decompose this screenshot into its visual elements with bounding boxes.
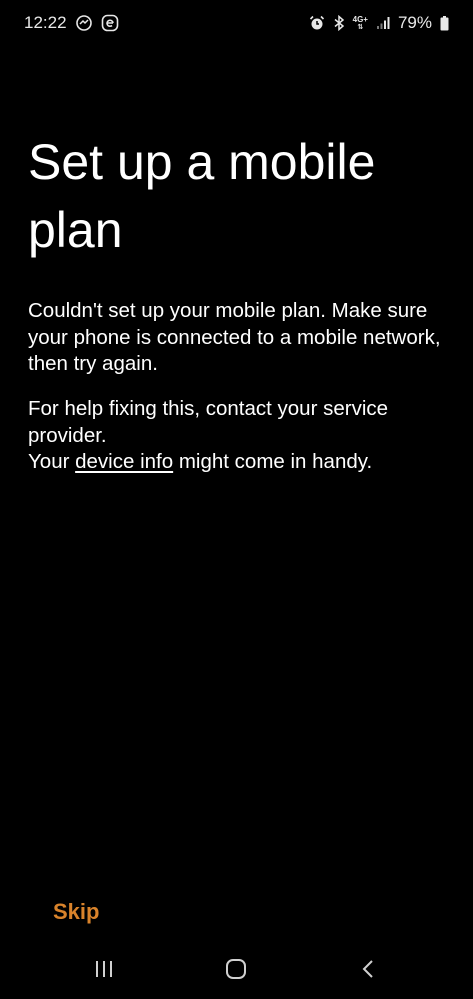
status-right: 4G+ ⇅ 79% [309, 13, 449, 33]
battery-icon [440, 15, 449, 31]
bluetooth-icon [333, 15, 345, 31]
e-app-icon [101, 14, 119, 32]
status-time: 12:22 [24, 13, 67, 32]
home-button[interactable] [216, 958, 256, 984]
status-bar: 12:22 4G+ ⇅ 79% [0, 0, 473, 46]
alarm-icon [309, 15, 325, 31]
navigation-bar [0, 946, 473, 999]
home-icon [225, 958, 247, 985]
network-label: 4G+ [352, 14, 368, 24]
status-left: 12:22 [24, 13, 119, 33]
recents-icon [93, 960, 115, 983]
network-4g-icon: 4G+ ⇅ [352, 14, 368, 31]
page-title: Set up a mobile plan [28, 134, 376, 258]
help-prefix: Your [28, 450, 70, 473]
error-message: Couldn't set up your mobile plan. Make s… [28, 299, 441, 375]
signal-icon [376, 16, 390, 30]
back-icon [361, 959, 375, 984]
message-icon [75, 14, 93, 32]
help-suffix: might come in handy. [178, 450, 373, 473]
back-button[interactable] [348, 958, 388, 984]
battery-percentage: 79% [397, 13, 432, 32]
device-info-link[interactable]: device info [75, 450, 173, 473]
recents-button[interactable] [84, 958, 124, 984]
help-text: For help fixing this, contact your servi… [28, 396, 448, 476]
help-line-1: For help fixing this, contact your servi… [28, 397, 389, 447]
skip-button[interactable]: Skip [53, 899, 99, 925]
